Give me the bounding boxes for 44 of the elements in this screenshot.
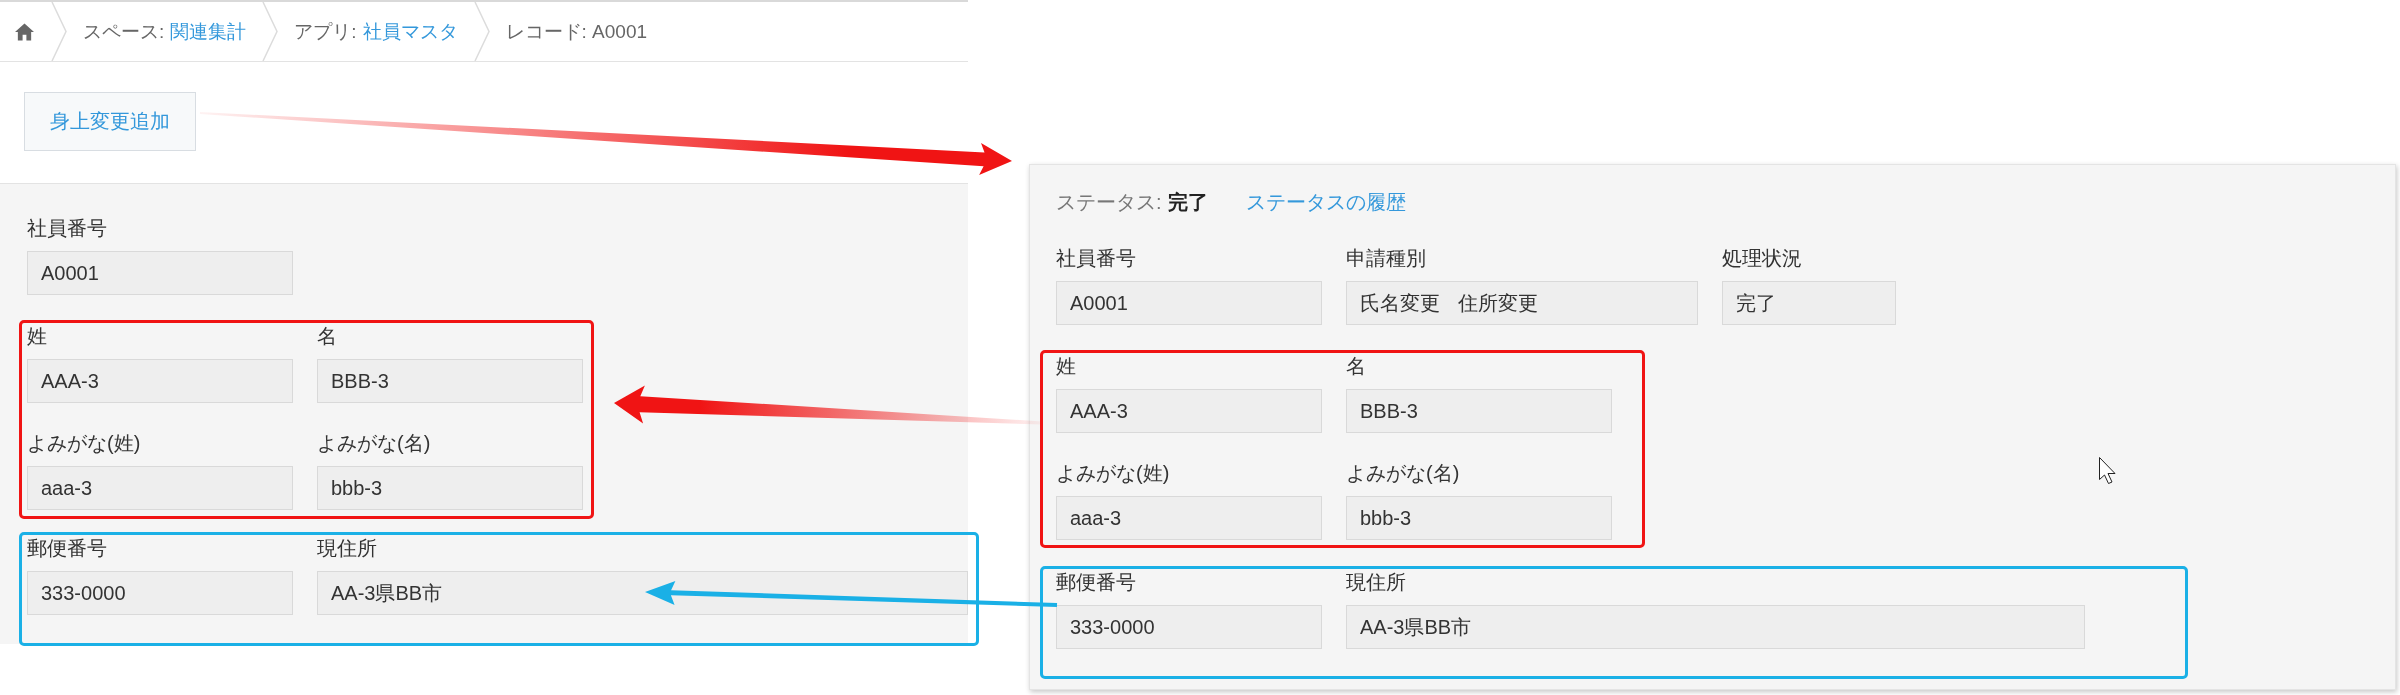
readonly-field: bbb-3 [317, 466, 583, 510]
field-label: 現住所 [317, 536, 378, 560]
field-label: 郵便番号 [1056, 570, 1137, 594]
readonly-field: AAA-3 [1056, 389, 1322, 433]
readonly-field: AA-3県BB市 [317, 571, 968, 615]
readonly-field: 333-0000 [1056, 605, 1322, 649]
field-label: よみがな(名) [317, 431, 432, 455]
field-label: よみがな(名) [1346, 461, 1461, 485]
readonly-field: aaa-3 [1056, 496, 1322, 540]
readonly-field: A0001 [1056, 281, 1322, 325]
field-label: 名 [317, 324, 338, 348]
field-label: 申請種別 [1346, 246, 1427, 270]
add-record-button[interactable]: 身上変更追加 [24, 92, 196, 151]
status-history-link[interactable]: ステータスの履歴 [1245, 190, 1406, 214]
status-value: 完了 [1167, 190, 1208, 214]
breadcrumb-label: スペース: [83, 19, 165, 44]
readonly-field: bbb-3 [1346, 496, 1612, 540]
field-option-value: 住所変更 [1458, 290, 1538, 316]
field-label: よみがな(姓) [27, 431, 142, 455]
readonly-field: 333-0000 [27, 571, 293, 615]
field-label: 姓 [27, 324, 48, 348]
cursor-icon [2099, 457, 2116, 484]
breadcrumb-link[interactable]: 社員マスタ [362, 18, 458, 45]
field-label: 処理状況 [1722, 246, 1803, 270]
field-label: 社員番号 [1056, 246, 1137, 270]
breadcrumb-link[interactable]: 関連集計 [170, 18, 247, 45]
readonly-field: AAA-3 [27, 359, 293, 403]
field-label: 姓 [1056, 354, 1077, 378]
breadcrumb-label: アプリ: [294, 19, 357, 44]
readonly-field: BBB-3 [317, 359, 583, 403]
readonly-field: AA-3県BB市 [1346, 605, 2085, 649]
status-label: ステータス: [1056, 190, 1162, 214]
field-label: 現住所 [1346, 570, 1407, 594]
readonly-field: aaa-3 [27, 466, 293, 510]
home-icon[interactable] [15, 22, 34, 41]
field-option-value: 氏名変更 [1360, 290, 1440, 316]
field-label: 名 [1346, 354, 1367, 378]
field-label: 社員番号 [27, 216, 108, 240]
field-label: よみがな(姓) [1056, 461, 1171, 485]
readonly-field: BBB-3 [1346, 389, 1612, 433]
readonly-field: A0001 [27, 251, 293, 295]
readonly-field: 完了 [1722, 281, 1896, 325]
breadcrumb-current: レコード: A0001 [505, 19, 648, 44]
field-label: 郵便番号 [27, 536, 108, 560]
